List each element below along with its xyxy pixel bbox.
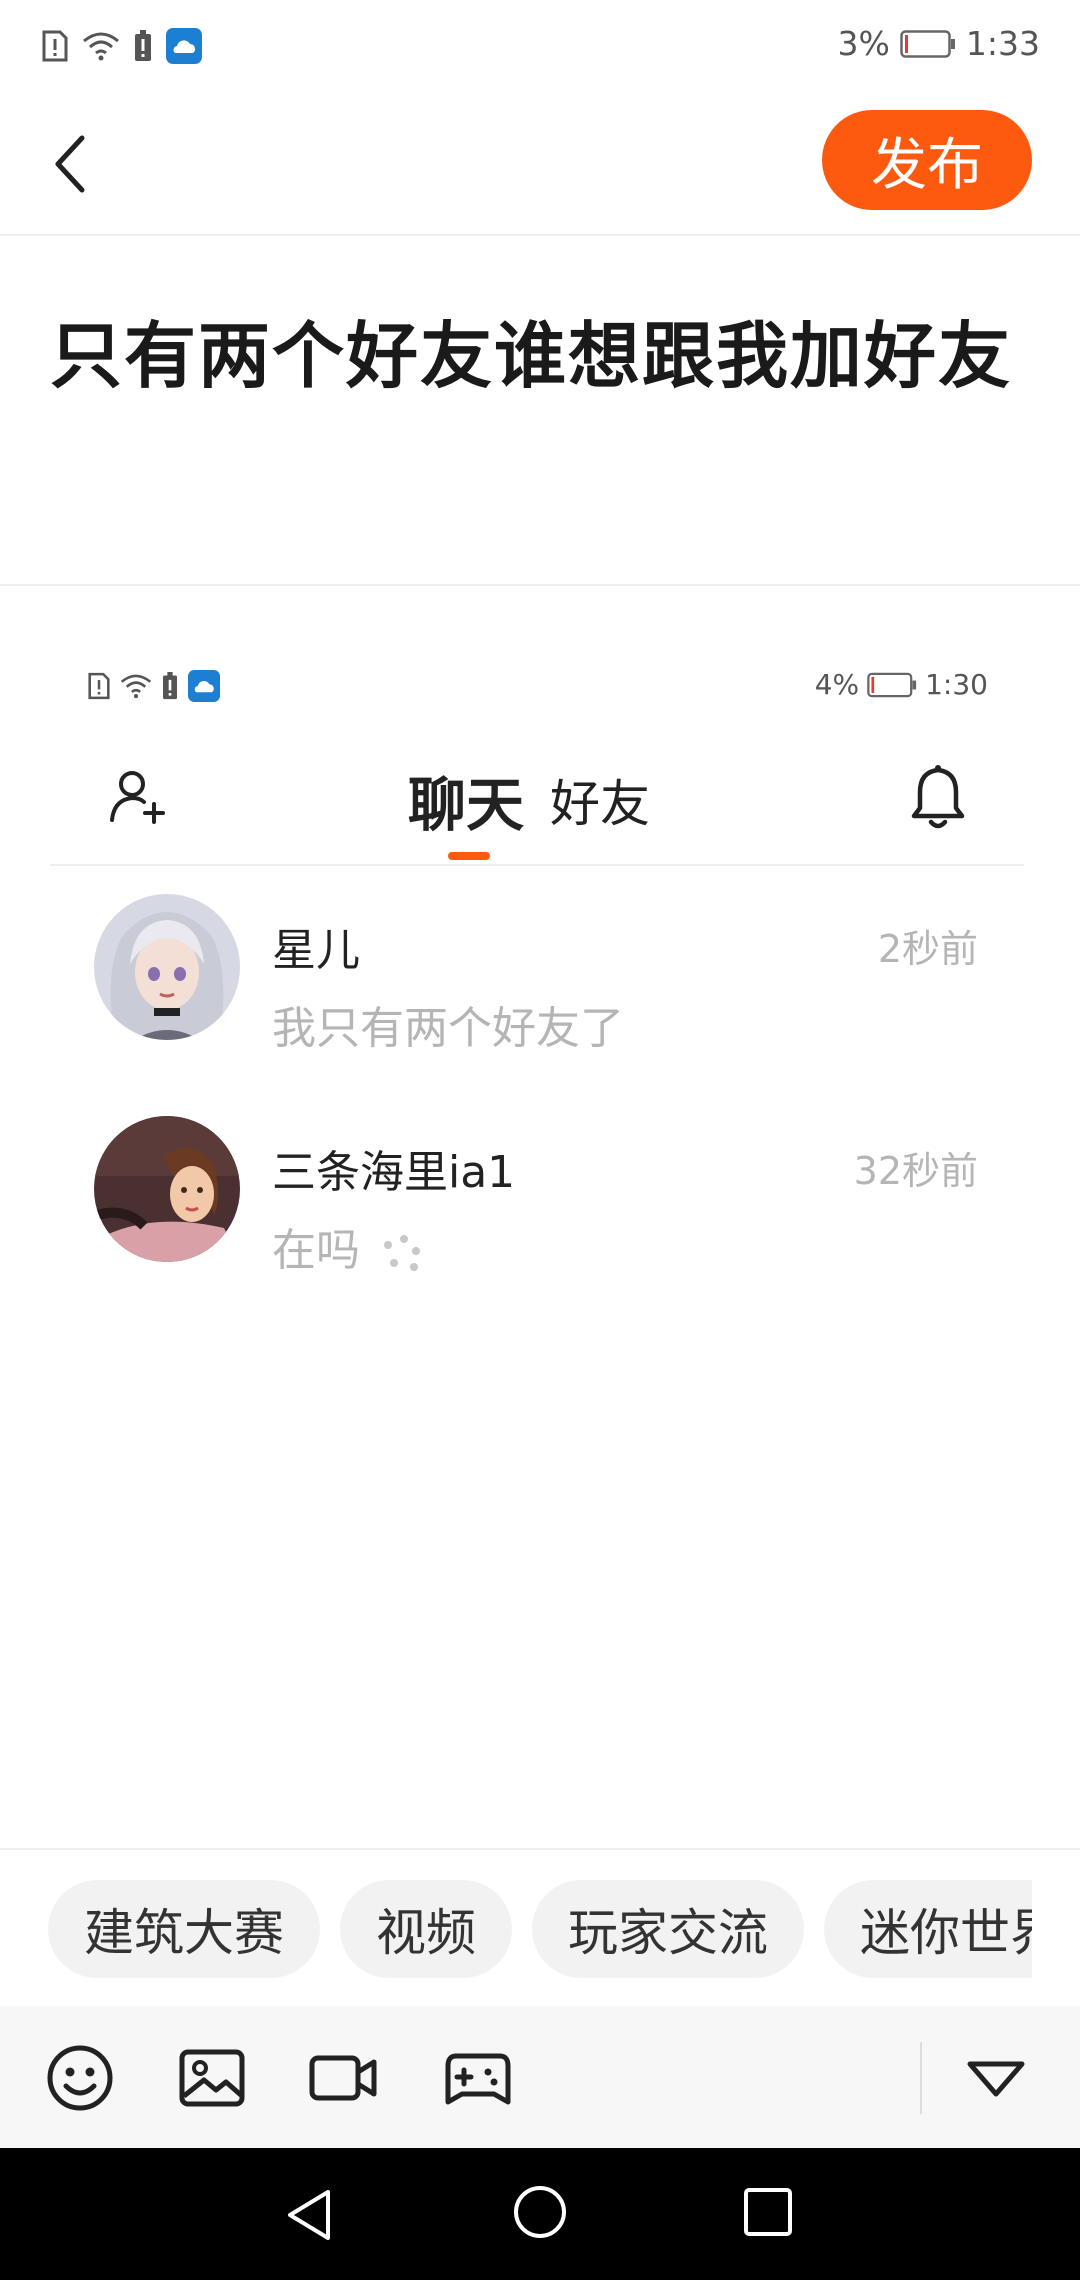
avatar	[94, 1116, 240, 1262]
back-icon[interactable]	[42, 128, 106, 200]
chat-timestamp: 32秒前	[853, 1149, 978, 1193]
chat-timestamp: 2秒前	[877, 927, 978, 971]
status-icons-left	[42, 28, 202, 64]
avatar	[94, 894, 240, 1040]
weather-icon	[188, 670, 220, 702]
add-friend-icon[interactable]	[108, 766, 168, 826]
system-navigation-bar	[0, 2148, 1080, 2280]
header-bar: 发布	[0, 92, 1080, 236]
embedded-chat-topbar: 聊天 好友	[50, 740, 1024, 866]
sim-alert-icon	[88, 672, 110, 700]
battery-percent: 4%	[814, 668, 860, 701]
status-icons-right: 3% 1:33	[838, 24, 1040, 63]
battery-percent: 3%	[837, 24, 890, 63]
chat-name: 星儿	[272, 925, 360, 976]
chat-last-message: 我只有两个好友了	[272, 1003, 624, 1054]
status-bar: 3% 1:33	[0, 0, 1080, 92]
topic-tags-bar: 建筑大赛 视频 玩家交流 迷你世界	[0, 1848, 1080, 2008]
active-tab-indicator	[448, 852, 490, 860]
image-icon[interactable]	[176, 2042, 248, 2114]
battery-icon	[867, 672, 917, 697]
topic-tag[interactable]: 视频	[340, 1880, 512, 1978]
topic-tag[interactable]: 迷你世界	[824, 1880, 1032, 1978]
clock: 1:33	[965, 24, 1040, 63]
embedded-status-icons-left	[88, 670, 220, 702]
chat-name: 三条海里ia1	[272, 1147, 516, 1198]
emoji-icon[interactable]	[44, 2042, 116, 2114]
tab-friends[interactable]: 好友	[550, 764, 650, 836]
sim-alert-icon	[42, 30, 68, 62]
publish-button[interactable]: 发布	[822, 110, 1032, 210]
chat-last-message-text: 在吗	[272, 1225, 360, 1276]
embedded-status-icons-right: 4% 1:30	[815, 668, 988, 701]
game-icon[interactable]	[442, 2042, 514, 2114]
battery-alert-icon	[135, 30, 151, 61]
chat-last-message: 在吗	[272, 1214, 426, 1278]
tab-chat[interactable]: 聊天	[408, 758, 524, 842]
wifi-icon	[120, 674, 152, 699]
battery-icon	[900, 29, 955, 58]
topic-tags-scroll[interactable]: 建筑大赛 视频 玩家交流 迷你世界	[48, 1880, 1032, 1980]
bell-icon[interactable]	[908, 764, 968, 830]
topic-tag[interactable]: 玩家交流	[532, 1880, 804, 1978]
chat-list-item[interactable]: 三条海里ia1 在吗 32秒前	[50, 1096, 1024, 1296]
emoji-icon	[384, 1235, 420, 1271]
nav-back-icon[interactable]	[282, 2186, 340, 2244]
wifi-icon	[83, 32, 119, 61]
chat-list-item[interactable]: 星儿 我只有两个好友了 2秒前	[50, 874, 1024, 1074]
battery-alert-icon	[163, 672, 177, 700]
collapse-icon[interactable]	[960, 2042, 1032, 2114]
video-icon[interactable]	[308, 2042, 380, 2114]
weather-icon	[166, 28, 202, 64]
nav-recents-icon[interactable]	[742, 2186, 794, 2238]
post-title[interactable]: 只有两个好友谁想跟我加好友	[50, 290, 1030, 422]
nav-home-icon[interactable]	[512, 2184, 568, 2240]
divider	[0, 584, 1080, 586]
toolbar-divider	[920, 2042, 922, 2114]
clock: 1:30	[925, 668, 988, 701]
topic-tag[interactable]: 建筑大赛	[48, 1880, 320, 1978]
editor-toolbar	[0, 2006, 1080, 2148]
